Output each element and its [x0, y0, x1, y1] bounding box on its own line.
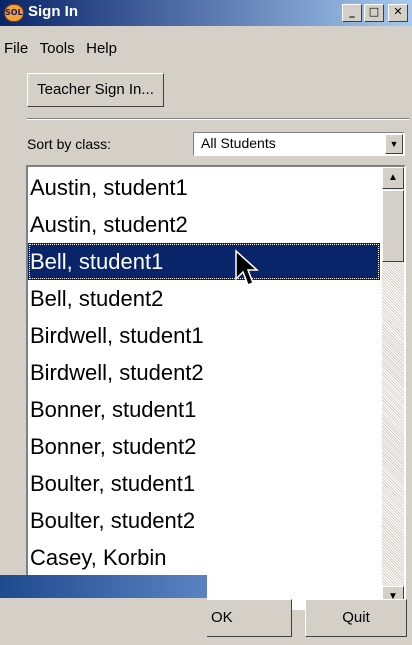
- window-title: Sign In: [28, 3, 78, 20]
- list-item[interactable]: Austin, student2: [28, 206, 380, 243]
- overlapping-window-body: [0, 598, 207, 645]
- class-select[interactable]: All Students ▼: [193, 132, 405, 156]
- quit-button[interactable]: Quit: [305, 599, 407, 637]
- list-item[interactable]: Birdwell, student2: [28, 354, 380, 391]
- chevron-down-icon[interactable]: ▼: [385, 134, 403, 154]
- close-button[interactable]: ✕: [388, 4, 408, 22]
- teacher-sign-in-button[interactable]: Teacher Sign In...: [27, 73, 164, 107]
- menu-tools[interactable]: Tools: [37, 40, 78, 57]
- overlapping-window-titlebar: [0, 575, 207, 598]
- mouse-pointer-icon: [235, 249, 259, 286]
- list-item[interactable]: Bonner, student1: [28, 391, 380, 428]
- class-select-value: All Students: [201, 135, 276, 151]
- list-item[interactable]: Bonner, student2: [28, 428, 380, 465]
- list-item[interactable]: Bell, student1: [28, 243, 380, 280]
- list-item[interactable]: Bell, student2: [28, 280, 380, 317]
- title-bar[interactable]: SOLO Sign In _ □ ✕: [0, 0, 412, 26]
- list-item[interactable]: Austin, student1: [28, 169, 380, 206]
- menu-help[interactable]: Help: [83, 40, 120, 57]
- list-item[interactable]: Boulter, student2: [28, 502, 380, 539]
- scroll-up-arrow-icon[interactable]: ▲: [382, 167, 404, 189]
- student-list[interactable]: Austin, student1 Austin, student2 Bell, …: [26, 165, 406, 610]
- separator: [27, 118, 409, 120]
- list-item[interactable]: Boulter, student1: [28, 465, 380, 502]
- scrollbar-thumb[interactable]: [382, 190, 404, 262]
- maximize-button[interactable]: □: [364, 4, 384, 22]
- menu-bar: File Tools Help: [0, 40, 120, 62]
- list-item[interactable]: Birdwell, student1: [28, 317, 380, 354]
- menu-file[interactable]: File: [1, 40, 31, 57]
- list-scrollbar[interactable]: ▲ ▼: [382, 167, 404, 608]
- minimize-button[interactable]: _: [342, 4, 362, 22]
- sign-in-window: SOLO Sign In _ □ ✕ File Tools Help Teach…: [0, 0, 412, 645]
- app-logo-icon: SOLO: [4, 4, 24, 22]
- list-item[interactable]: Casey, Korbin: [28, 539, 380, 576]
- sort-by-class-label: Sort by class:: [27, 136, 112, 152]
- student-list-rows: Austin, student1 Austin, student2 Bell, …: [28, 169, 380, 576]
